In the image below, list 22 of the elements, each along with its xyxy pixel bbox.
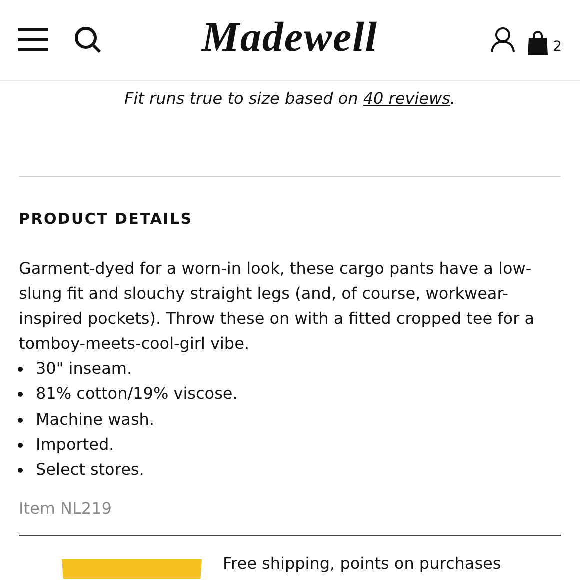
account-icon[interactable] — [491, 27, 516, 53]
bullet-icon — [18, 418, 23, 423]
reviews-link[interactable]: 40 reviews — [363, 89, 450, 108]
detail-item: 30" inseam. — [36, 359, 132, 378]
section-heading: PRODUCT DETAILS — [19, 210, 194, 228]
detail-item: 81% cotton/19% viscose. — [36, 384, 238, 404]
cart-count: 2 — [553, 39, 562, 55]
detail-item: Select stores. — [36, 460, 144, 480]
bullet-icon — [18, 442, 23, 448]
search-icon[interactable] — [74, 26, 102, 54]
bullet-icon — [18, 367, 23, 372]
bullet-icon — [18, 392, 23, 398]
fit-note: Fit runs true to size based on 40 reviews. — [124, 89, 456, 108]
product-description: Garment-dyed for a worn-in look, these cargo pants have a low-slung fit and slouchy straight legs (and, of course, workwear-inspired pockets). Throw these on with a fitted cropped tee for a tomboy-meets-cool-girl vibe. — [19, 258, 536, 355]
detail-item: Machine wash. — [36, 410, 155, 429]
menu-icon[interactable] — [18, 28, 48, 52]
promo-text: Free shipping, points on purchases — [223, 554, 502, 576]
item-number: Item NL219 — [19, 499, 113, 518]
brand-logo[interactable]: Madewell — [202, 15, 378, 61]
shopping-bag-icon[interactable] — [527, 31, 550, 55]
bullet-icon — [18, 468, 23, 474]
detail-item: Imported. — [36, 434, 114, 454]
